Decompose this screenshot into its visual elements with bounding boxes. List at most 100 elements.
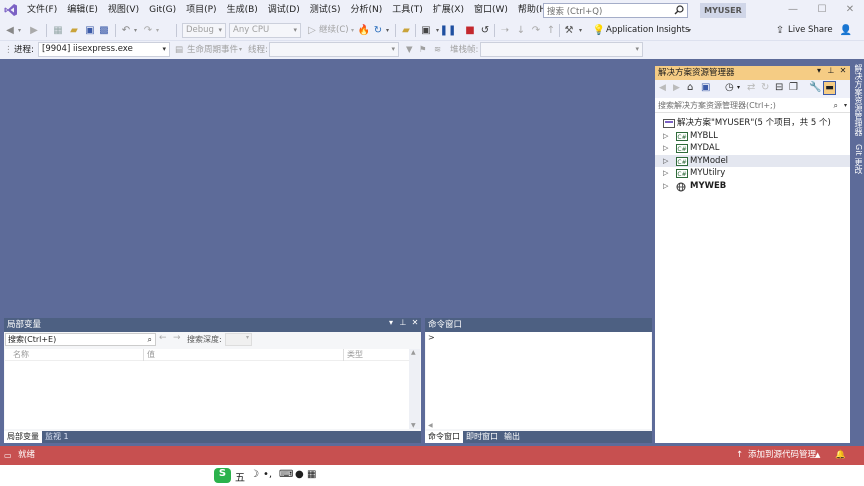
menu-item-7[interactable]: 测试(S) [305,0,346,20]
menu-item-4[interactable]: 项目(P) [181,0,221,20]
open-folder-icon[interactable]: ▰ [68,23,80,38]
close-button[interactable]: ✕ [836,0,864,20]
column-header-type[interactable]: 类型 [347,349,363,361]
chevron-down-icon[interactable]: ▾ [385,318,397,332]
live-share-button[interactable]: Live Share [788,21,833,39]
step-into-icon[interactable]: ↓ [515,23,527,38]
user-badge[interactable]: MYUSER [700,3,746,18]
lightbulb-icon[interactable]: 💡 [593,23,605,38]
ime-mode[interactable]: 五 [235,469,245,484]
maximize-button[interactable]: ☐ [808,0,836,20]
solution-node[interactable]: 解决方案"MYUSER"(5 个项目，共 5 个) [655,117,850,130]
expand-arrow-icon[interactable]: ▷ [663,142,668,155]
expand-arrow-icon[interactable]: ▷ [663,167,668,180]
close-icon[interactable]: ✕ [837,66,849,80]
chevron-down-icon[interactable]: ▾ [737,84,740,91]
tab-locals[interactable]: 局部变量 [4,431,42,443]
menu-item-9[interactable]: 工具(T) [387,0,428,20]
back-nav-icon[interactable]: ◀ [4,23,16,38]
expand-arrow-icon[interactable]: ▷ [663,180,668,193]
hot-reload-icon[interactable]: 🔥 [358,23,370,38]
menu-item-2[interactable]: 视图(V) [103,0,144,20]
show-threads-icon[interactable]: ≋ [434,41,441,59]
chevron-down-icon[interactable]: ▾ [813,66,825,80]
user-icon[interactable]: 👤 [840,23,852,38]
new-project-icon[interactable]: ▦ [52,23,64,38]
forward-nav-icon[interactable]: ▶ [28,23,40,38]
pin-icon[interactable]: ⊥ [397,318,409,332]
restart-debugging-icon[interactable]: ↺ [479,23,491,38]
show-next-statement-icon[interactable]: ➝ [499,23,511,38]
notifications-icon[interactable]: 🔔 [835,446,846,465]
moon-icon[interactable]: ☽ [250,469,259,480]
collapse-all-icon[interactable]: ⊟ [775,82,783,93]
back-icon[interactable]: ◀ [659,83,666,93]
diagnostic-tools-icon[interactable]: ⚒ [563,23,575,38]
solution-config-select[interactable]: Debug ▾ [182,23,226,38]
search-input[interactable]: 搜索 (Ctrl+Q) [543,3,688,18]
application-insights-button[interactable]: Application Insights [606,21,689,39]
save-all-icon[interactable]: ▩ [98,23,110,38]
project-node[interactable]: ▷ C# MYModel [655,154,850,167]
chevron-down-icon[interactable]: ▾ [16,23,23,38]
chevron-down-icon[interactable]: ▾ [132,23,139,38]
filter-icon[interactable]: ▼ [406,41,413,59]
expand-arrow-icon[interactable]: ▷ [663,130,668,143]
switch-views-icon[interactable]: ▣ [701,82,710,93]
properties-icon[interactable]: 🔧 [809,82,821,93]
pending-changes-icon[interactable]: ◷ [725,82,734,93]
minimize-button[interactable]: — [779,0,807,20]
menu-item-6[interactable]: 调试(D) [263,0,305,20]
menu-item-8[interactable]: 分析(N) [345,0,387,20]
ime-logo-icon[interactable]: S [214,468,231,483]
side-tab-solution-explorer[interactable]: 解决方案资源管理器 [851,64,864,136]
column-header-name[interactable]: 名称 [13,349,29,361]
show-all-files-icon[interactable]: ❐ [789,82,798,93]
search-depth-select[interactable]: ▾ [225,333,252,346]
continue-button[interactable]: 继续(C) [319,21,349,39]
refresh-icon[interactable]: ↻ [761,82,769,93]
menu-item-5[interactable]: 生成(B) [222,0,263,20]
screenshot-icon[interactable]: ▣ [420,23,432,38]
menu-item-3[interactable]: Git(G) [144,0,181,20]
add-to-source-control-button[interactable]: 添加到源代码管理 [748,446,816,465]
forward-icon[interactable]: ▶ [673,83,680,93]
lifecycle-events-button[interactable]: 生命周期事件 [187,41,238,59]
close-icon[interactable]: ✕ [409,318,421,332]
chevron-down-icon[interactable]: ▾ [686,23,693,38]
vertical-scrollbar[interactable]: ▲ ▼ [409,349,420,429]
solution-search-input[interactable]: 搜索解决方案资源管理器(Ctrl+;) ⌕ ▾ [655,99,850,113]
chevron-down-icon[interactable]: ▾ [384,23,391,38]
solution-platform-select[interactable]: Any CPU ▾ [229,23,301,38]
scroll-left-icon[interactable]: ◀ [428,422,433,429]
chevron-down-icon[interactable]: ▾ [239,41,242,59]
voice-icon[interactable]: ● [295,469,304,480]
menu-item-11[interactable]: 窗口(W) [469,0,513,20]
menu-item-0[interactable]: 文件(F) [22,0,62,20]
chevron-down-icon[interactable]: ▾ [844,99,847,113]
chevron-down-icon[interactable]: ▾ [577,23,584,38]
redo-icon[interactable]: ↷ [142,23,154,38]
menu-item-10[interactable]: 扩展(X) [428,0,469,20]
save-icon[interactable]: ▣ [84,23,96,38]
step-out-icon[interactable]: ↑ [545,23,557,38]
stop-debugging-icon[interactable]: ■ [465,23,475,38]
menu-item-1[interactable]: 编辑(E) [62,0,103,20]
back-icon[interactable]: ← [159,333,167,343]
ime-menu-icon[interactable]: ▦ [307,469,316,480]
project-node[interactable]: ▷ C# MYDAL [655,142,850,155]
forward-icon[interactable]: → [173,333,181,343]
flag-icon[interactable]: ⚑ [419,41,427,59]
step-over-icon[interactable]: ↷ [530,23,542,38]
sync-icon[interactable]: ⇄ [747,82,755,93]
locals-search-input[interactable]: 搜索(Ctrl+E) ⌕ [5,333,156,346]
tab-watch-1[interactable]: 监视 1 [42,431,72,443]
project-node[interactable]: ▷ MYWEB [655,180,850,193]
stack-frame-select[interactable]: ▾ [480,42,643,57]
visual-studio-logo-icon[interactable] [0,0,22,20]
command-input-area[interactable]: > [426,332,651,429]
chevron-down-icon[interactable]: ▾ [154,23,161,38]
restart-icon[interactable]: ↻ [372,23,384,38]
pin-icon[interactable]: ⊥ [825,66,837,80]
column-header-value[interactable]: 值 [147,349,155,361]
